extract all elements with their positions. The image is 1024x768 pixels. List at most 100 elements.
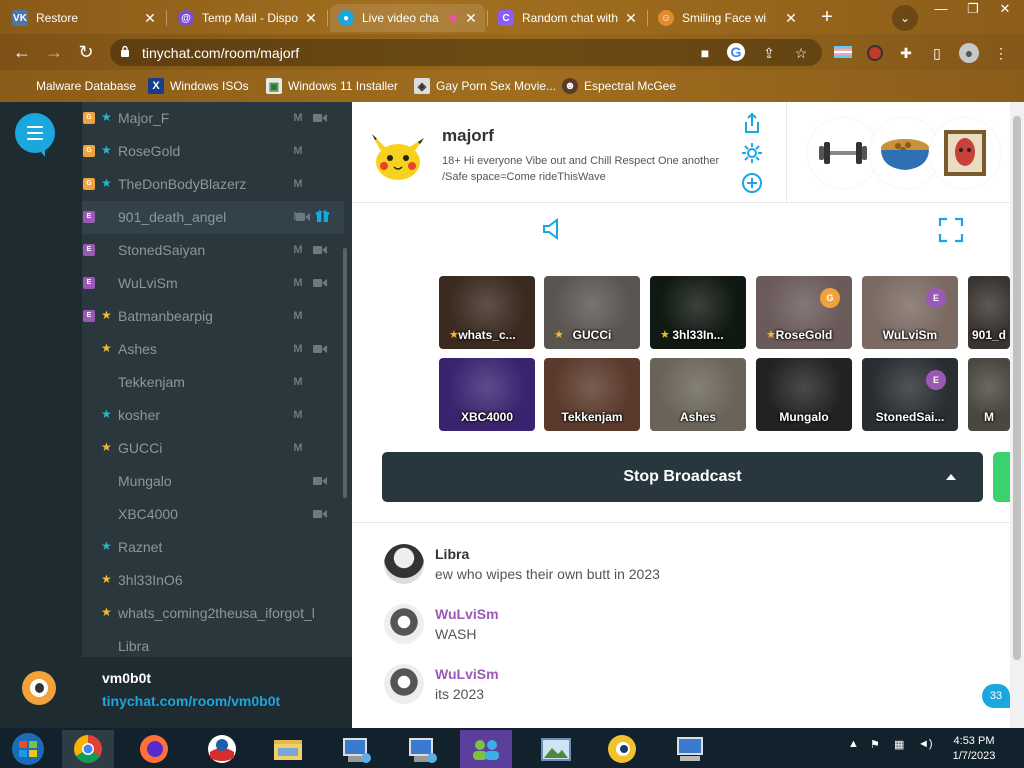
mic-icon[interactable]: M [292, 310, 304, 322]
user-list-item[interactable]: G ★ RoseGold M [82, 135, 344, 168]
caret-up-icon[interactable] [946, 474, 956, 480]
camera-icon[interactable] [313, 476, 327, 486]
reload-button[interactable]: ↻ [73, 40, 99, 64]
camera-icon[interactable] [313, 278, 327, 288]
user-list-item[interactable]: Tekkenjam M [82, 366, 344, 399]
share-icon[interactable] [741, 112, 763, 134]
mic-icon[interactable]: M [292, 145, 304, 157]
mic-icon[interactable]: M [292, 442, 304, 454]
user-list-item[interactable]: G ★ TheDonBodyBlazerz M [82, 168, 344, 201]
pride-flag-extension-icon[interactable] [832, 42, 854, 64]
taskbar-tinychat-app[interactable] [596, 730, 648, 768]
taskbar-remote-desktop[interactable] [664, 730, 716, 768]
chat-avatar[interactable] [384, 664, 424, 704]
start-button[interactable] [2, 730, 54, 768]
user-list-item[interactable]: ★ GUCCi M [82, 432, 344, 465]
tray-overflow-icon[interactable]: ▲ [848, 738, 859, 750]
user-list-item[interactable]: Libra [82, 630, 344, 657]
taskbar-installer-1[interactable] [330, 730, 382, 768]
camera-tile[interactable]: StonedSai... E [862, 358, 958, 431]
user-list-item[interactable]: Mungalo [82, 465, 344, 498]
settings-gear-icon[interactable] [741, 142, 763, 164]
user-list-item[interactable]: ★ kosher M [82, 399, 344, 432]
share-icon[interactable]: ⇪ [759, 43, 779, 63]
flag-icon[interactable]: ⚑ [870, 738, 880, 751]
user-list-item[interactable]: ★ Raznet [82, 531, 344, 564]
user-list-item[interactable]: E901_death_angelM [82, 201, 344, 234]
tab-live-video-chat[interactable]: ● Live video cha ✕ [330, 4, 485, 32]
address-bar[interactable]: tinychat.com/room/majorf ■ G ⇪ ☆ [110, 39, 822, 66]
user-list-item[interactable]: E StonedSaiyan M [82, 234, 344, 267]
close-icon[interactable]: ✕ [303, 10, 319, 27]
camera-icon[interactable] [313, 113, 327, 123]
close-window-button[interactable]: ✕ [990, 0, 1020, 20]
forward-button[interactable]: → [41, 40, 67, 64]
stop-broadcast-button[interactable]: Stop Broadcast [382, 452, 983, 502]
tab-search-button[interactable]: ⌄ [892, 5, 918, 31]
bookmark-movie[interactable]: ◈ Gay Porn Sex Movie... [414, 77, 556, 95]
camera-tile[interactable]: XBC4000 [439, 358, 535, 431]
camera-tile[interactable]: Tekkenjam [544, 358, 640, 431]
volume-icon[interactable]: ◄) [918, 738, 933, 750]
extensions-puzzle-icon[interactable]: ✚ [895, 42, 917, 64]
camera-tile[interactable]: 901_d [968, 276, 1010, 349]
camera-tile[interactable]: whats_c... ★ [439, 276, 535, 349]
new-tab-button[interactable]: + [815, 6, 839, 30]
taskbar-file-explorer[interactable] [262, 730, 314, 768]
mic-icon[interactable]: M [292, 343, 304, 355]
camera-tile[interactable]: RoseGold ★ G [756, 276, 852, 349]
camera-tile[interactable]: GUCCi ★ [544, 276, 640, 349]
mic-icon[interactable]: M [292, 112, 304, 124]
chat-sender[interactable]: WuLviSm [435, 606, 499, 622]
close-icon[interactable]: ✕ [623, 10, 639, 27]
taskbar-photo-viewer[interactable] [530, 730, 582, 768]
profile-icon[interactable]: ● [958, 42, 980, 64]
google-icon[interactable]: G [727, 43, 745, 61]
bookmark-star-icon[interactable]: ☆ [791, 43, 811, 63]
gift-dumbbell[interactable] [808, 118, 878, 188]
avatar-extension-icon[interactable] [864, 42, 886, 64]
user-list-item[interactable]: E ★ Batmanbearpig M [82, 300, 344, 333]
close-icon[interactable]: ✕ [142, 10, 158, 27]
bookmark-windows-isos[interactable]: X Windows ISOs [148, 77, 249, 95]
chat-sender[interactable]: WuLviSm [435, 666, 499, 682]
taskbar-firefox[interactable] [128, 730, 180, 768]
close-icon[interactable]: ✕ [463, 10, 479, 27]
user-list-item[interactable]: ★ Ashes M [82, 333, 344, 366]
mic-icon[interactable]: M [292, 376, 304, 388]
camera-icon[interactable] [313, 509, 327, 519]
camera-tile[interactable]: 3hl33In... ★ [650, 276, 746, 349]
close-icon[interactable]: ✕ [783, 10, 799, 27]
chat-avatar[interactable] [384, 604, 424, 644]
unread-count-badge[interactable]: 33 [982, 684, 1010, 708]
mic-icon[interactable]: M [292, 244, 304, 256]
restore-button[interactable]: ❐ [958, 0, 988, 20]
more-menu-icon[interactable]: ⋮ [990, 42, 1012, 64]
user-list-item[interactable]: E WuLviSm M [82, 267, 344, 300]
network-icon[interactable]: ▦ [894, 738, 904, 751]
gift-icon[interactable] [316, 209, 329, 223]
camera-blocked-icon[interactable]: ■ [695, 43, 715, 63]
bookmark-windows-11-installer[interactable]: ▣ Windows 11 Installer [266, 77, 398, 95]
tab-smiling-face[interactable]: ☺ Smiling Face wi ✕ [650, 4, 805, 32]
camera-tile[interactable]: WuLviSm E [862, 276, 958, 349]
taskbar-obama-app[interactable] [196, 730, 248, 768]
back-button[interactable]: ← [9, 40, 35, 64]
tab-temp-mail[interactable]: @ Temp Mail - Dispo ✕ [170, 4, 325, 32]
user-list-scrollbar[interactable] [343, 248, 347, 498]
camera-icon[interactable] [296, 212, 310, 222]
page-scrollbar[interactable] [1010, 102, 1024, 728]
user-list-item[interactable]: ★ whats_coming2theusa_iforgot_l [82, 597, 344, 630]
green-action-button[interactable] [993, 452, 1010, 502]
taskbar-users-app[interactable] [460, 730, 512, 768]
user-list-item[interactable]: XBC4000 [82, 498, 344, 531]
tinychat-logo-icon[interactable] [22, 671, 56, 705]
add-circle-icon[interactable] [741, 172, 763, 194]
system-clock[interactable]: 4:53 PM 1/7/2023 [944, 734, 1004, 764]
gift-painting[interactable] [930, 118, 1000, 188]
mic-icon[interactable]: M [292, 409, 304, 421]
tab-restore[interactable]: VK Restore ✕ [4, 4, 164, 32]
camera-tile[interactable]: Ashes [650, 358, 746, 431]
user-list-item[interactable]: G ★ Major_F M [82, 102, 344, 135]
camera-icon[interactable] [313, 245, 327, 255]
